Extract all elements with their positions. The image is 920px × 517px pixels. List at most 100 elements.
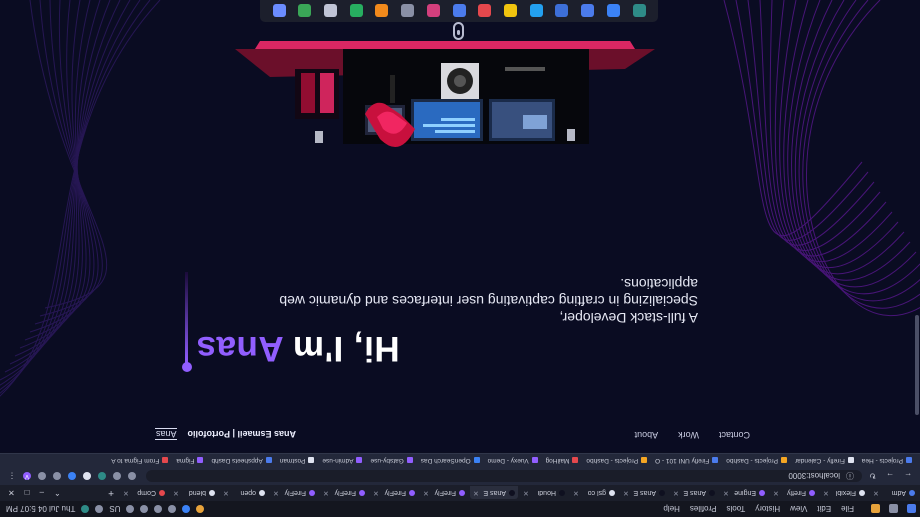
maximize-button[interactable]: □ [25,489,30,498]
scroll-indicator[interactable] [453,22,464,40]
browser-tab[interactable]: Flexibl ✕ [820,487,868,500]
forward-button[interactable]: → [886,472,894,481]
app-icon-1[interactable] [632,4,646,18]
clock[interactable]: Thu Jul 04 5:07 PM [6,505,75,514]
bookmark-item[interactable]: Projects - Dashbo [586,457,648,464]
puzzle-icon[interactable] [53,472,61,480]
tab-close-icon[interactable]: ✕ [573,489,579,497]
browser-tab[interactable]: gsl co ✕ [570,487,618,500]
menu-history[interactable]: History [755,505,780,514]
bookmark-item[interactable]: Firefly UNI 101 - O [655,457,719,464]
tray-firefox-icon[interactable] [196,505,205,513]
app-icon-11[interactable] [375,4,389,18]
menu-help[interactable]: Help [663,505,679,514]
bookmark-item[interactable]: Vuexy - Demo [488,457,538,464]
tray-bluetooth-icon[interactable] [154,505,163,513]
bookmark-item[interactable]: Figma [176,457,204,464]
browser-tab[interactable]: FireFly ✕ [270,487,318,500]
tray-battery-icon[interactable] [95,505,104,513]
menu-edit[interactable]: Edit [817,505,831,514]
app-icon-4[interactable] [555,4,569,18]
tab-close-icon[interactable]: ✕ [673,489,679,497]
tab-close-icon[interactable]: ✕ [173,489,179,497]
browser-tab[interactable]: Anas E ✕ [470,486,518,500]
bookmark-item[interactable]: Gatsby-use [371,457,413,464]
address-bar[interactable]: ⓘ localhost:3000 [146,470,862,482]
bookmark-item[interactable]: MailHog [546,457,579,464]
app-icon-10[interactable] [401,4,415,18]
browser-tab[interactable]: FireFly ✕ [420,487,468,500]
sidebar-icon[interactable] [38,472,46,480]
app-icon-14[interactable] [298,4,312,18]
browser-tab[interactable]: Adm ✕ [870,487,918,500]
menu-tools[interactable]: Tools [727,505,746,514]
tab-close-icon[interactable]: ✕ [423,489,429,497]
search-icon[interactable] [889,504,898,514]
tray-chrome-icon[interactable] [182,505,191,513]
bookmark-item[interactable]: Postman [280,457,315,464]
tray-volume-icon[interactable] [140,505,149,513]
app-icon-9[interactable] [426,4,440,18]
tab-close-icon[interactable]: ✕ [623,489,629,497]
menu-profiles[interactable]: Profiles [690,505,717,514]
page-scrollbar[interactable] [914,275,920,415]
browser-tab[interactable]: FireFly ✕ [370,487,418,500]
tab-close-icon[interactable]: ✕ [823,489,829,497]
browser-tab[interactable]: blend ✕ [170,487,218,500]
app-icon-12[interactable] [349,4,363,18]
bookmark-item[interactable]: Admin-use [322,457,363,464]
bookmark-item[interactable]: Appsheets Dashb [211,457,272,464]
bookmark-item[interactable]: Firefly - Calendar [795,457,854,464]
back-button[interactable]: ← [904,472,912,481]
tab-close-icon[interactable]: ✕ [223,489,229,497]
bookmark-item[interactable]: Projects - Hea [862,457,912,464]
tab-close-icon[interactable]: ✕ [273,489,279,497]
browser-menu-icon[interactable]: ⋮ [8,472,16,481]
bookmark-item[interactable]: From Figma to A [111,457,169,464]
browser-tab[interactable]: Engine ✕ [720,487,768,500]
tab-close-icon[interactable]: ✕ [723,489,729,497]
tab-close-icon[interactable]: ✕ [523,489,529,497]
browser-tab[interactable]: Comp ✕ [120,487,168,500]
browser-tab[interactable]: Anas E ✕ [620,487,668,500]
tab-overflow-icon[interactable]: ⌃ [54,489,61,498]
app-icon-2[interactable] [606,4,620,18]
close-window-button[interactable]: ✕ [8,489,15,498]
app-icon-3[interactable] [581,4,595,18]
tab-close-icon[interactable]: ✕ [773,489,779,497]
bookmark-item[interactable]: Projects - Dashbo [726,457,787,464]
browser-tab[interactable]: open ✕ [220,487,268,500]
share-icon[interactable] [128,472,136,480]
computer-3d-canvas[interactable] [225,9,665,199]
tray-app2-icon[interactable] [81,505,90,513]
start-icon[interactable] [907,504,916,514]
browser-tab[interactable]: Firefly ✕ [770,487,818,500]
menu-file[interactable]: File [841,505,854,514]
new-tab-button[interactable]: + [108,488,114,499]
extension-icon[interactable] [68,472,76,480]
extension-icon[interactable] [83,472,91,480]
slack-icon[interactable] [478,4,492,18]
tab-close-icon[interactable]: ✕ [123,489,129,497]
reload-button[interactable]: ↻ [869,472,876,481]
app-icon-13[interactable] [324,4,338,18]
tray-app-icon[interactable] [168,505,177,513]
minimize-button[interactable]: – [40,489,44,498]
menu-view[interactable]: View [790,505,807,514]
app-icon-15[interactable] [272,4,286,18]
browser-tab[interactable]: FireFly ✕ [320,487,368,500]
vscode-icon[interactable] [529,4,543,18]
tab-close-icon[interactable]: ✕ [323,489,329,497]
tab-close-icon[interactable]: ✕ [873,489,879,497]
tab-close-icon[interactable]: ✕ [373,489,379,497]
site-info-icon[interactable]: ⓘ [846,471,854,482]
tray-network-icon[interactable] [126,505,135,513]
tab-close-icon[interactable]: ✕ [473,489,479,497]
bookmark-star-icon[interactable] [113,472,121,480]
extension-icon[interactable] [98,472,106,480]
bookmark-item[interactable]: OpenSearch Das [421,457,480,464]
firefox-icon[interactable] [871,504,880,514]
browser-tab[interactable]: Anas E ✕ [670,487,718,500]
profile-avatar[interactable]: V [23,472,31,480]
browser-tab[interactable]: Houdi ✕ [520,487,568,500]
